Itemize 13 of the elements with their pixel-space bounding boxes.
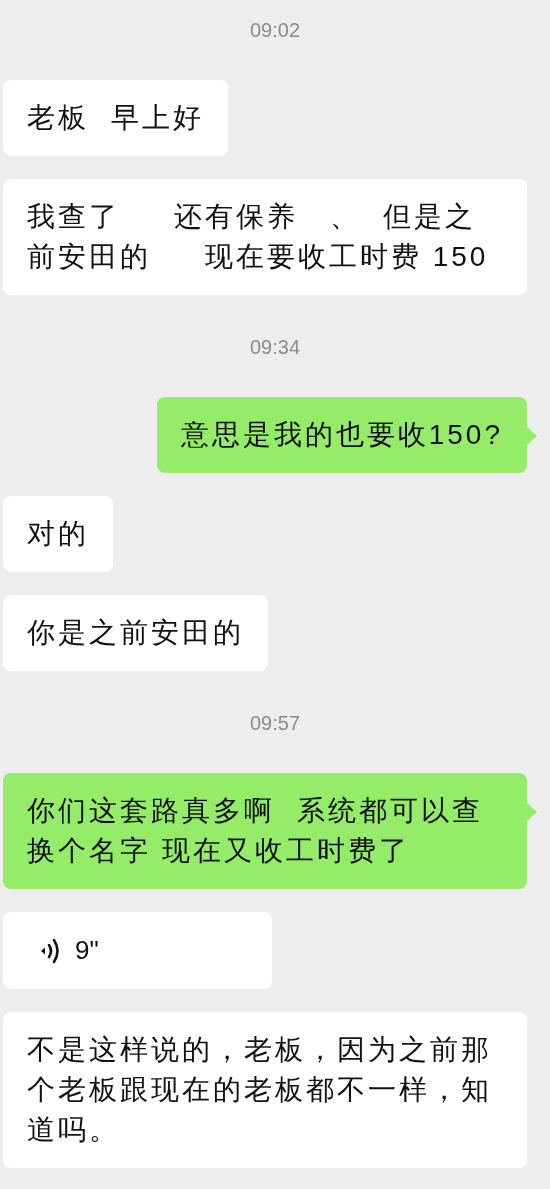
- message-bubble: 老板 早上好: [3, 80, 228, 156]
- message-bubble: 不是这样说的，老板，因为之前那个老板跟现在的老板都不一样，知道吗。: [3, 1012, 527, 1168]
- message-bubble: 你是之前安田的: [3, 595, 268, 671]
- message-bubble: 对的: [3, 496, 113, 572]
- bubble-tail: [527, 803, 537, 821]
- bubble-tail: [527, 427, 537, 445]
- timestamp: 09:02: [249, 18, 301, 43]
- voice-message[interactable]: 9": [3, 912, 272, 989]
- voice-icon: [39, 937, 61, 964]
- timestamp: 09:57: [249, 711, 301, 736]
- voice-duration: 9": [75, 934, 99, 967]
- message-bubble: 我查了 还有保养 、 但是之前安田的 现在要收工时费 150: [3, 179, 527, 295]
- timestamp: 09:34: [249, 335, 301, 360]
